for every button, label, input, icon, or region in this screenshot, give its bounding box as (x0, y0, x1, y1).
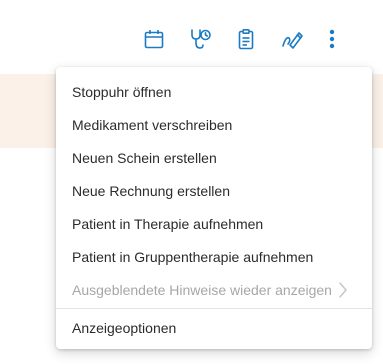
header-toolbar (138, 25, 342, 53)
treatment-time-button[interactable] (184, 25, 216, 53)
menu-item-new-invoice[interactable]: Neue Rechnung erstellen (56, 174, 372, 207)
clipboard-button[interactable] (230, 25, 262, 53)
menu-item-new-certificate[interactable]: Neuen Schein erstellen (56, 141, 372, 174)
more-vertical-icon (329, 29, 335, 49)
calendar-button[interactable] (138, 25, 170, 53)
signature-button[interactable] (276, 25, 308, 53)
menu-item-stopwatch[interactable]: Stoppuhr öffnen (56, 75, 372, 108)
menu-item-admit-therapy[interactable]: Patient in Therapie aufnehmen (56, 207, 372, 240)
signature-pen-icon (280, 28, 304, 50)
app-screen: Stoppuhr öffnen Medikament verschreiben … (0, 0, 383, 364)
chevron-right-icon (338, 281, 348, 299)
menu-item-admit-group-therapy[interactable]: Patient in Gruppentherapie aufnehmen (56, 240, 372, 273)
calendar-icon (143, 28, 165, 50)
menu-item-show-hidden-hints-label: Ausgeblendete Hinweise wieder anzeigen (72, 281, 332, 298)
menu-item-show-hidden-hints: Ausgeblendete Hinweise wieder anzeigen (56, 273, 372, 306)
more-options-button[interactable] (322, 25, 342, 53)
menu-divider (56, 308, 372, 309)
more-options-menu: Stoppuhr öffnen Medikament verschreiben … (56, 67, 372, 349)
menu-item-prescribe-medication[interactable]: Medikament verschreiben (56, 108, 372, 141)
menu-item-display-options[interactable]: Anzeigeoptionen (56, 311, 372, 344)
clipboard-icon (235, 28, 257, 50)
stethoscope-clock-icon (188, 27, 212, 51)
